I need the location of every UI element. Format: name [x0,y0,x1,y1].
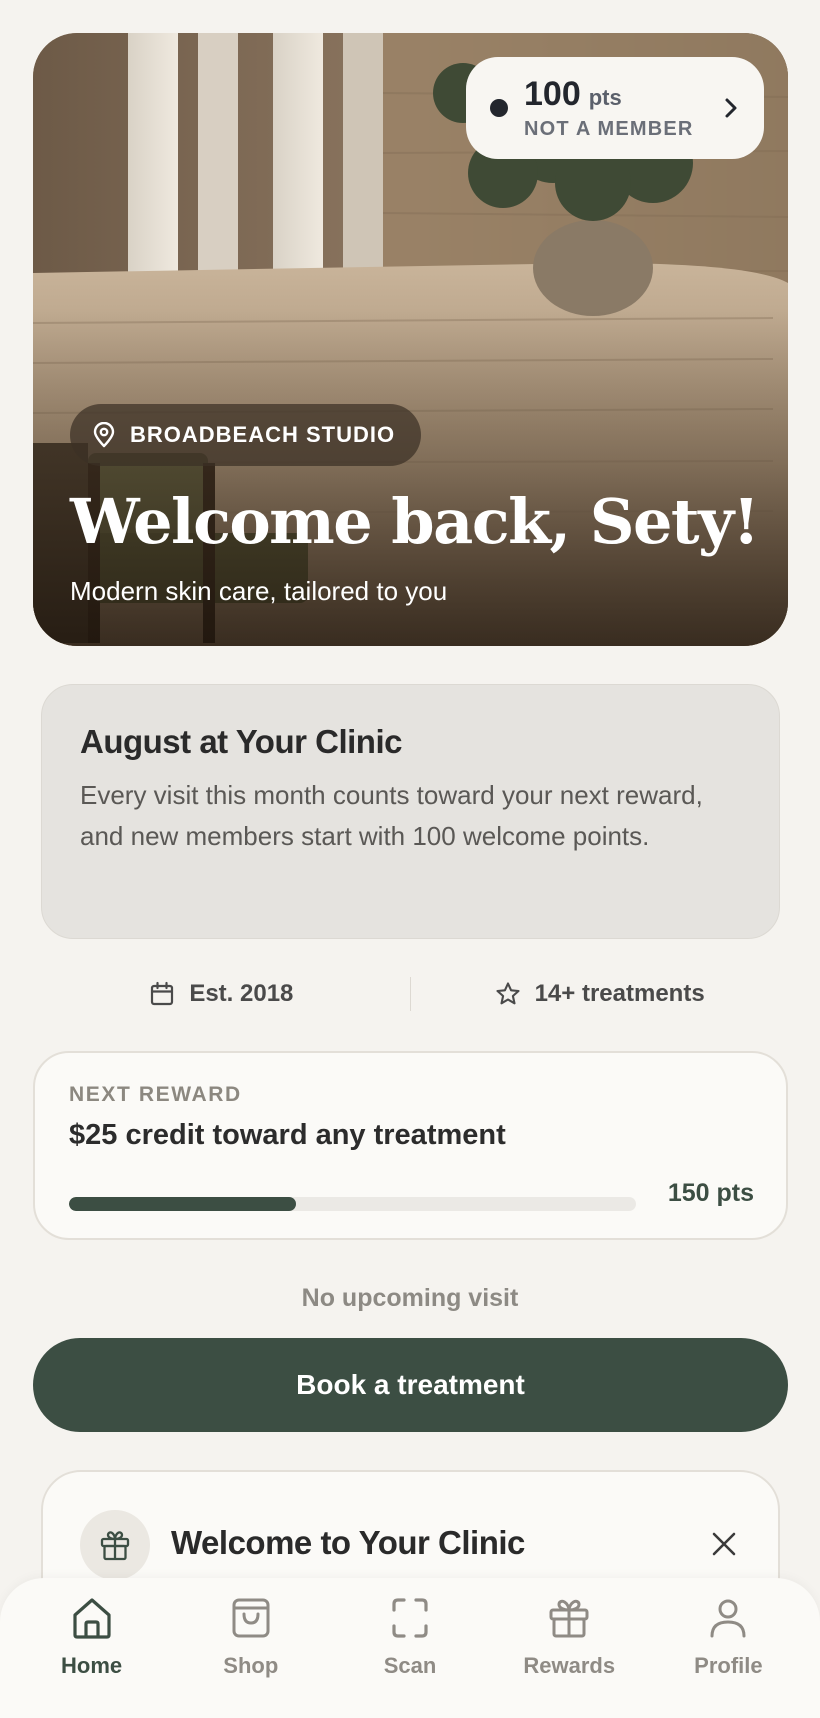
promo-card: August at Your Clinic Every visit this m… [41,684,780,939]
location-pin-icon [93,422,115,448]
stat-label: 14+ treatments [534,980,705,1007]
stat-established: Est. 2018 [33,980,410,1008]
gift-icon [100,1531,130,1561]
promo-title: August at Your Clinic [80,723,402,760]
star-icon [496,982,520,1005]
membership-status: NOT A MEMBER [524,118,694,140]
nav-label: Rewards [523,1653,616,1678]
reward-progress-fill [69,1197,296,1211]
nav-item-shop[interactable]: Shop [171,1578,330,1718]
welcome-icon-badge [80,1510,150,1580]
promo-body: Every visit this month counts toward you… [80,780,703,851]
hero-subtitle: Modern skin care, tailored to you [70,576,448,606]
nav-label: Profile [694,1653,763,1678]
nav-item-rewards[interactable]: Rewards [490,1578,649,1718]
next-reward-card[interactable]: NEXT REWARD $25 credit toward any treatm… [33,1051,788,1240]
page-title: Welcome back, Sety! [70,485,760,558]
nav-item-profile[interactable]: Profile [649,1578,808,1718]
calendar-icon [151,981,174,1006]
nav-label: Home [61,1653,123,1678]
clinic-stats: Est. 2018 14+ treatments [33,970,788,1018]
location-label: BROADBEACH STUDIO [130,422,396,447]
nav-item-home[interactable]: Home [12,1578,171,1718]
user-icon [710,1599,746,1638]
reward-points-needed: 150 pts [667,1179,754,1207]
reward-progress-bar [69,1197,636,1211]
nav-label: Scan [383,1653,437,1678]
gift-icon [549,1599,589,1638]
nav-item-scan[interactable]: Scan [330,1578,489,1718]
points-badge[interactable]: 100 pts NOT A MEMBER [466,57,764,159]
bottom-navigation: Home Shop Scan Rewards Profile [0,1578,820,1718]
scan-icon [392,1598,428,1638]
nav-label: Shop [223,1653,279,1678]
visit-status: No upcoming visit [301,1284,519,1312]
hero-banner: 100 pts NOT A MEMBER BROADBEACH STUDIO W… [33,33,788,646]
welcome-title: Welcome to Your Clinic [171,1524,525,1561]
book-treatment-button[interactable]: Book a treatment [33,1338,788,1432]
points-value: 100 [524,75,581,113]
status-dot-icon [490,99,508,117]
points-unit: pts [588,85,622,110]
location-badge[interactable]: BROADBEACH STUDIO [70,404,422,466]
reward-title: $25 credit toward any treatment [69,1119,506,1151]
bag-icon [232,1598,270,1638]
points-text: 100 pts NOT A MEMBER [524,75,724,141]
reward-kicker: NEXT REWARD [69,1083,242,1106]
chevron-right-icon [725,98,737,118]
home-icon [72,1598,111,1639]
stat-label: Est. 2018 [189,980,294,1007]
close-icon[interactable] [710,1530,738,1558]
stat-treatments: 14+ treatments [411,980,788,1008]
